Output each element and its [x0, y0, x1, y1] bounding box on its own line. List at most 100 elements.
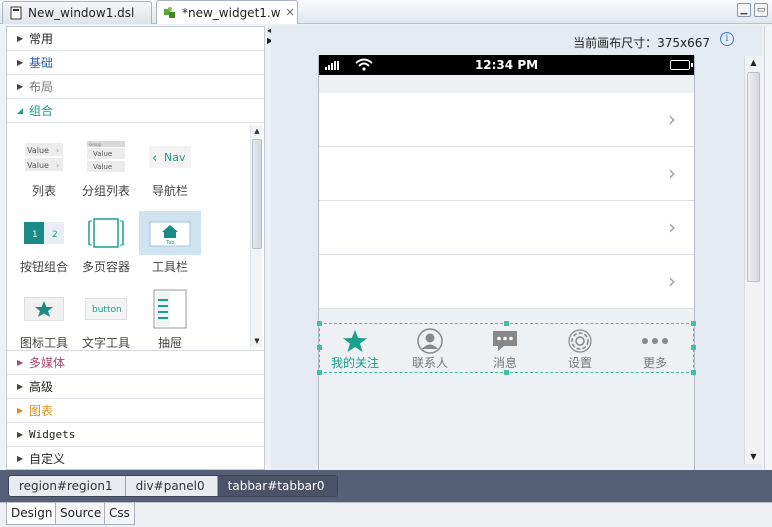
collapsed-arrow-icon: ▶: [17, 454, 24, 463]
list-item[interactable]: ›: [319, 201, 694, 255]
canvas-scrollbar[interactable]: ▲ ▼: [744, 56, 762, 464]
settings-icon: [550, 328, 610, 354]
design-canvas: 当前画布尺寸：375x667 i 12:34 PM › › › › 我的关注 联…: [271, 26, 762, 475]
grouped-list-icon: Group Value Value: [75, 135, 137, 179]
resize-handle[interactable]: [504, 321, 509, 326]
icon-tool-icon: [13, 287, 75, 331]
maximize-icon[interactable]: ▭: [754, 3, 768, 17]
component-toolbar[interactable]: Tab 工具栏: [139, 211, 201, 275]
chevron-right-icon: ›: [668, 215, 676, 239]
text-tool-icon: button: [75, 287, 137, 331]
category-basic[interactable]: ▶ 基础: [7, 51, 264, 75]
palette-scrollbar[interactable]: ▲ ▼: [250, 125, 262, 347]
canvas-size-label: 当前画布尺寸：375x667: [573, 36, 710, 50]
editor-tabbar: New_window1.dsl *new_widget1.w ✕ ▁ ▭: [0, 0, 772, 24]
resize-handle[interactable]: [691, 321, 696, 326]
resize-handle[interactable]: [317, 345, 322, 350]
scroll-thumb[interactable]: [747, 72, 760, 282]
phone-preview: 12:34 PM › › › › 我的关注 联系人 消息 设置 更多: [317, 55, 696, 475]
window-file-icon: [9, 6, 23, 20]
category-multimedia[interactable]: ▶ 多媒体: [7, 351, 264, 375]
category-layout[interactable]: ▶ 布局: [7, 75, 264, 99]
svg-text:Group: Group: [89, 142, 102, 147]
category-custom[interactable]: ▶ 自定义: [7, 447, 264, 469]
list-item[interactable]: ›: [319, 147, 694, 201]
svg-text:Nav: Nav: [164, 151, 186, 164]
collapsed-arrow-icon: ▶: [17, 358, 24, 367]
tab-favorites[interactable]: 我的关注: [325, 328, 385, 371]
multipage-icon: [75, 211, 137, 255]
tab-new-widget[interactable]: *new_widget1.w ✕: [156, 0, 298, 24]
collapsed-arrow-icon: ▶: [17, 58, 24, 67]
component-text-tool[interactable]: button 文字工具: [75, 287, 137, 351]
resize-handle[interactable]: [691, 370, 696, 375]
toolbar-icon: Tab: [139, 211, 201, 255]
ide-window: New_window1.dsl *new_widget1.w ✕ ▁ ▭ ▶ 常…: [0, 0, 772, 527]
category-advanced[interactable]: ▶ 高级: [7, 375, 264, 399]
expanded-arrow-icon: ◢: [17, 106, 24, 115]
component-drawer[interactable]: 抽屉: [139, 287, 201, 351]
svg-text:‹: ‹: [152, 151, 157, 166]
collapsed-arrow-icon: ▶: [17, 382, 24, 391]
resize-handle[interactable]: [317, 370, 322, 375]
svg-text:Value: Value: [93, 150, 112, 158]
category-composite[interactable]: ◢ 组合: [7, 99, 264, 123]
collapsed-arrow-icon: ▶: [17, 34, 24, 43]
svg-text:button: button: [92, 305, 122, 315]
editor-mode-tabs: Design Source Css: [0, 502, 772, 527]
chevron-right-icon: ›: [668, 269, 676, 293]
breadcrumb-item[interactable]: region#region1: [9, 476, 126, 496]
tab-label: New_window1.dsl: [28, 6, 135, 20]
close-icon[interactable]: ✕: [286, 6, 295, 19]
scroll-down-icon[interactable]: ▼: [251, 335, 263, 347]
scroll-down-icon[interactable]: ▼: [745, 450, 762, 464]
button-group-icon: 1 2: [13, 211, 75, 255]
component-navbar[interactable]: ‹ Nav 导航栏: [139, 135, 201, 199]
component-button-group[interactable]: 1 2 按钮组合: [13, 211, 75, 275]
tab-settings[interactable]: 设置: [550, 328, 610, 371]
component-palette: ▶ 常用 ▶ 基础 ▶ 布局 ◢ 组合 Value Value › › 列表 G…: [6, 26, 265, 470]
minimize-icon[interactable]: ▁: [737, 3, 751, 17]
breadcrumb-item-current[interactable]: tabbar#tabbar0: [217, 476, 337, 496]
component-list[interactable]: Value Value › › 列表: [13, 135, 75, 199]
component-icon-tool[interactable]: 图标工具: [13, 287, 75, 351]
svg-text:›: ›: [56, 161, 59, 170]
scroll-up-icon[interactable]: ▲: [745, 56, 762, 70]
tab-messages[interactable]: 消息: [475, 328, 535, 371]
scroll-thumb[interactable]: [252, 139, 262, 249]
scroll-up-icon[interactable]: ▲: [251, 125, 263, 137]
tab-design[interactable]: Design: [6, 503, 58, 525]
svg-text:Value: Value: [93, 163, 112, 171]
component-multipage[interactable]: 多页容器: [75, 211, 137, 275]
list-item[interactable]: ›: [319, 255, 694, 309]
tab-contacts[interactable]: 联系人: [400, 328, 460, 371]
breadcrumb-item[interactable]: div#panel0: [126, 476, 218, 496]
chevron-right-icon: ›: [668, 107, 676, 131]
composite-components: Value Value › › 列表 Group Value Value 分组列…: [7, 123, 264, 351]
category-charts[interactable]: ▶ 图表: [7, 399, 264, 423]
selected-tabbar[interactable]: 我的关注 联系人 消息 设置 更多: [317, 321, 696, 375]
more-icon: [625, 328, 685, 354]
svg-text:2: 2: [52, 230, 58, 240]
status-time: 12:34 PM: [474, 58, 539, 72]
window-controls: ▁ ▭: [737, 3, 768, 17]
breadcrumb: region#region1 div#panel0 tabbar#tabbar0: [0, 470, 772, 502]
star-icon: [325, 328, 385, 354]
collapsed-arrow-icon: ▶: [17, 430, 24, 439]
list-icon: Value Value › ›: [13, 135, 75, 179]
category-widgets[interactable]: ▶ Widgets: [7, 423, 264, 447]
info-icon[interactable]: i: [720, 32, 734, 46]
resize-handle[interactable]: [317, 321, 322, 326]
resize-handle[interactable]: [691, 345, 696, 350]
list-item[interactable]: ›: [319, 93, 694, 147]
category-common[interactable]: ▶ 常用: [7, 27, 264, 51]
tab-source[interactable]: Source: [55, 503, 107, 525]
drawer-icon: [139, 287, 201, 331]
svg-text:1: 1: [32, 230, 38, 240]
message-icon: [475, 328, 535, 354]
svg-text:Tab: Tab: [165, 240, 174, 246]
tab-css[interactable]: Css: [104, 503, 135, 525]
component-grouped-list[interactable]: Group Value Value 分组列表: [75, 135, 137, 199]
tab-more[interactable]: 更多: [625, 328, 685, 371]
tab-new-window[interactable]: New_window1.dsl: [2, 1, 152, 24]
